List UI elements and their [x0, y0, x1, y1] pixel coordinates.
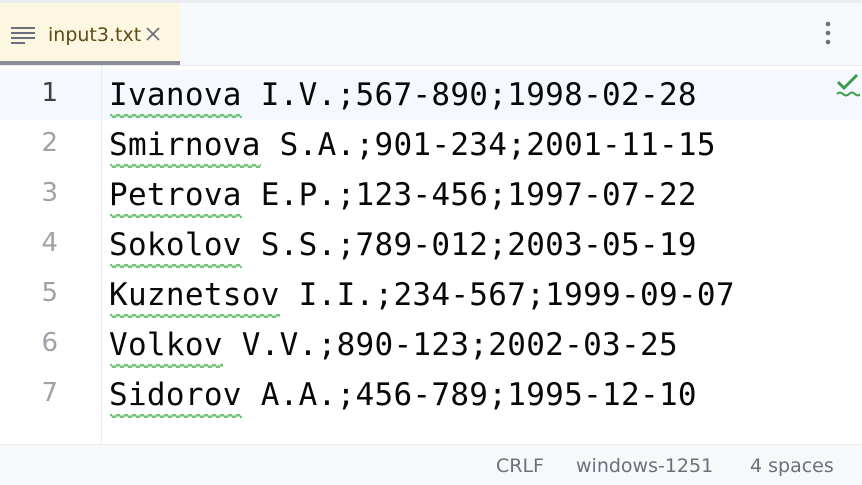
line-number: 5 — [41, 278, 58, 308]
status-bar: CRLF windows-1251 4 spaces — [0, 444, 862, 485]
editor-line[interactable]: 6 Volkov V.V.;890-123;2002-03-25 — [0, 320, 862, 370]
spelling-squiggle — [110, 163, 261, 169]
tab-bar: input3.txt — [0, 0, 862, 66]
text-file-icon — [11, 27, 35, 44]
line-text[interactable]: Ivanova I.V.;567-890;1998-02-28 — [109, 77, 697, 113]
spelling-squiggle — [110, 113, 242, 119]
editor-line[interactable]: 1 Ivanova I.V.;567-890;1998-02-28 — [0, 70, 862, 120]
editor-line[interactable]: 2 Smirnova S.A.;901-234;2001-11-15 — [0, 120, 862, 170]
line-text[interactable]: Petrova E.P.;123-456;1997-07-22 — [109, 177, 697, 213]
line-text[interactable]: Volkov V.V.;890-123;2002-03-25 — [109, 327, 678, 363]
line-number: 7 — [41, 378, 58, 408]
more-vertical-icon[interactable] — [816, 18, 840, 48]
line-text[interactable]: Smirnova S.A.;901-234;2001-11-15 — [109, 127, 716, 163]
line-separator-widget[interactable]: CRLF — [496, 455, 544, 477]
spelling-squiggle — [110, 413, 242, 419]
editor-tab-input3[interactable]: input3.txt — [0, 3, 180, 65]
check-icon[interactable] — [836, 72, 860, 98]
line-number: 4 — [41, 228, 58, 258]
editor-line[interactable]: 4 Sokolov S.S.;789-012;2003-05-19 — [0, 220, 862, 270]
spelling-squiggle — [110, 363, 223, 369]
line-text[interactable]: Sokolov S.S.;789-012;2003-05-19 — [109, 227, 697, 263]
close-icon[interactable] — [144, 25, 164, 45]
spelling-squiggle — [110, 213, 242, 219]
editor-line[interactable]: 5 Kuznetsov I.I.;234-567;1999-09-07 — [0, 270, 862, 320]
line-number: 2 — [41, 128, 58, 158]
line-text[interactable]: Kuznetsov I.I.;234-567;1999-09-07 — [109, 277, 735, 313]
active-tab-indicator — [0, 61, 180, 65]
line-number: 6 — [41, 328, 58, 358]
indent-widget[interactable]: 4 spaces — [750, 455, 834, 477]
editor-line[interactable]: 7 Sidorov A.A.;456-789;1995-12-10 — [0, 370, 862, 420]
line-text[interactable]: Sidorov A.A.;456-789;1995-12-10 — [109, 377, 697, 413]
spelling-squiggle — [110, 263, 242, 269]
encoding-widget[interactable]: windows-1251 — [576, 455, 713, 477]
line-number: 1 — [41, 78, 58, 108]
tab-label: input3.txt — [48, 24, 142, 46]
spelling-squiggle — [110, 313, 280, 319]
editor-line[interactable]: 3 Petrova E.P.;123-456;1997-07-22 — [0, 170, 862, 220]
editor-area[interactable]: 1 Ivanova I.V.;567-890;1998-02-28 2 Smirnov… — [0, 66, 862, 444]
line-number: 3 — [41, 178, 58, 208]
editor-window: input3.txt 1 Ivanova I.V.;567-890;1998-02… — [0, 0, 862, 485]
